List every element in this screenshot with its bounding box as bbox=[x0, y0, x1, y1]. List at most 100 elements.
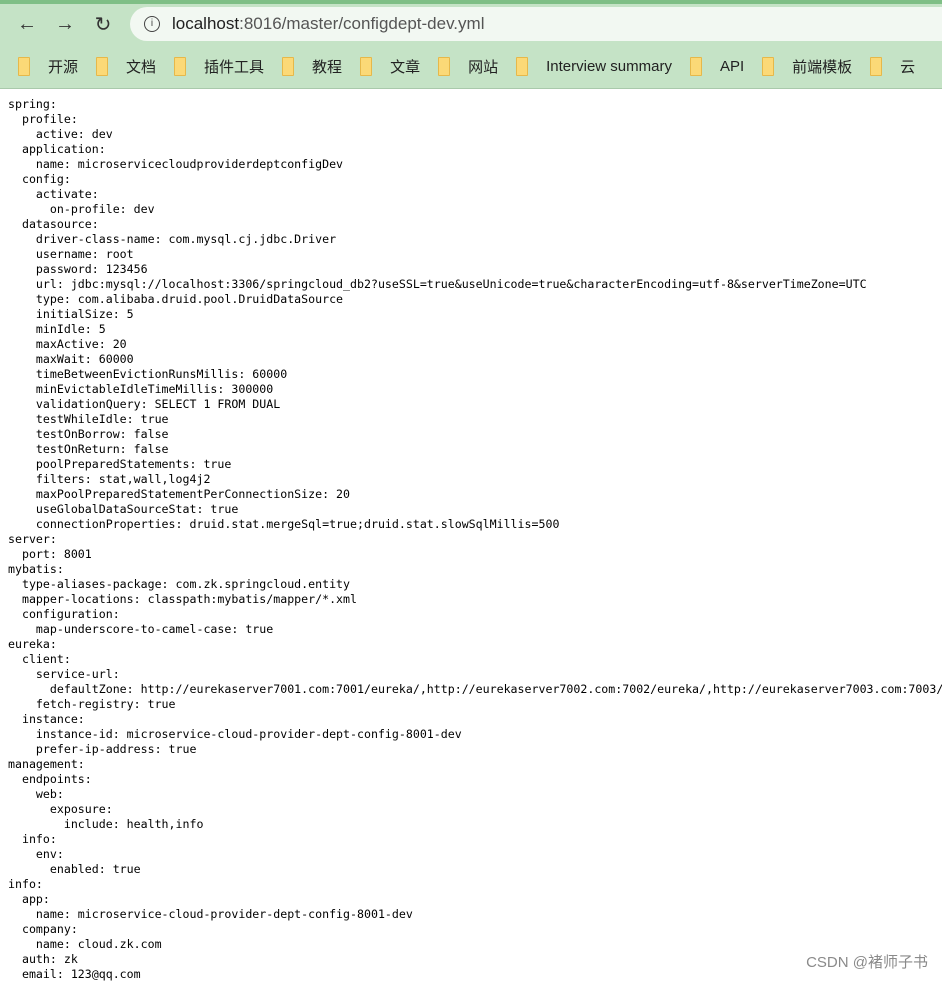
yaml-line: on-profile: dev bbox=[8, 202, 155, 216]
yaml-line: datasource: bbox=[8, 217, 99, 231]
bookmark-label: Interview summary bbox=[546, 57, 672, 75]
yaml-line: testOnBorrow: false bbox=[8, 427, 169, 441]
watermark: CSDN @褚师子书 bbox=[806, 954, 928, 971]
folder-icon bbox=[438, 56, 451, 76]
yaml-line: eureka: bbox=[8, 637, 57, 651]
yaml-line: map-underscore-to-camel-case: true bbox=[8, 622, 274, 636]
folder-icon bbox=[96, 56, 109, 76]
yaml-line: company: bbox=[8, 922, 78, 936]
yaml-line: name: microservicecloudproviderdeptconfi… bbox=[8, 157, 344, 171]
yaml-line: enabled: true bbox=[8, 862, 141, 876]
bookmark-label: 前端模板 bbox=[792, 58, 853, 76]
yaml-line: mybatis: bbox=[8, 562, 64, 576]
folder-icon bbox=[689, 56, 702, 76]
yaml-line: fetch-registry: true bbox=[8, 697, 176, 711]
yaml-line: email: 123@qq.com bbox=[8, 967, 141, 981]
yaml-line: info: bbox=[8, 832, 57, 846]
yaml-line: active: dev bbox=[8, 127, 113, 141]
yaml-line: configuration: bbox=[8, 607, 120, 621]
yaml-line: maxActive: 20 bbox=[8, 337, 127, 351]
yaml-line: testWhileIdle: true bbox=[8, 412, 169, 426]
yaml-line: profile: bbox=[8, 112, 78, 126]
yaml-line: minIdle: 5 bbox=[8, 322, 106, 336]
bookmark-label: 网站 bbox=[468, 58, 499, 76]
yaml-line: spring: bbox=[8, 97, 57, 111]
url-text[interactable]: localhost:8016/master/configdept-dev.yml bbox=[172, 14, 484, 34]
address-bar[interactable]: i localhost:8016/master/configdept-dev.y… bbox=[130, 7, 942, 41]
yaml-line: prefer-ip-address: true bbox=[8, 742, 197, 756]
yaml-line: maxPoolPreparedStatementPerConnectionSiz… bbox=[8, 487, 351, 501]
bookmark-label: API bbox=[719, 57, 745, 75]
folder-icon bbox=[516, 56, 529, 76]
yaml-line: instance-id: microservice-cloud-provider… bbox=[8, 727, 462, 741]
yaml-line: app: bbox=[8, 892, 50, 906]
folder-icon bbox=[762, 56, 775, 76]
yaml-line: client: bbox=[8, 652, 71, 666]
yaml-line: filters: stat,wall,log4j2 bbox=[8, 472, 211, 486]
bookmark-label: 插件工具 bbox=[204, 58, 265, 76]
bookmark-item[interactable]: 网站 bbox=[438, 56, 498, 77]
yaml-line: application: bbox=[8, 142, 106, 156]
folder-icon bbox=[18, 56, 30, 76]
yaml-line: maxWait: 60000 bbox=[8, 352, 134, 366]
yaml-line: connectionProperties: druid.stat.mergeSq… bbox=[8, 517, 560, 531]
folder-icon bbox=[174, 56, 187, 76]
yaml-line: web: bbox=[8, 787, 64, 801]
yaml-line: type-aliases-package: com.zk.springcloud… bbox=[8, 577, 351, 591]
bookmark-label: 文章 bbox=[390, 58, 421, 76]
bookmark-item[interactable]: 文档 bbox=[96, 56, 156, 77]
yaml-line: initialSize: 5 bbox=[8, 307, 134, 321]
yaml-line: info: bbox=[8, 877, 43, 891]
bookmark-item[interactable]: 前端模板 bbox=[762, 56, 852, 77]
yaml-line: endpoints: bbox=[8, 772, 92, 786]
bookmark-item[interactable]: 云 bbox=[870, 56, 915, 77]
yaml-line: activate: bbox=[8, 187, 99, 201]
yaml-line: auth: zk bbox=[8, 952, 78, 966]
yaml-line: defaultZone: http://eurekaserver7001.com… bbox=[8, 682, 942, 696]
bookmark-label: 教程 bbox=[312, 58, 343, 76]
yaml-line: service-url: bbox=[8, 667, 120, 681]
yaml-line: validationQuery: SELECT 1 FROM DUAL bbox=[8, 397, 281, 411]
yaml-line: env: bbox=[8, 847, 64, 861]
yaml-line: minEvictableIdleTimeMillis: 300000 bbox=[8, 382, 274, 396]
yaml-line: management: bbox=[8, 757, 85, 771]
url-host: localhost bbox=[172, 14, 240, 33]
bookmark-item[interactable]: 文章 bbox=[360, 56, 420, 77]
url-path: :8016/master/configdept-dev.yml bbox=[239, 14, 485, 33]
forward-arrow-icon[interactable]: → bbox=[46, 13, 84, 36]
reload-icon[interactable]: ↻ bbox=[84, 12, 122, 37]
bookmark-label: 文档 bbox=[126, 58, 157, 76]
bookmark-item[interactable]: 开源 bbox=[18, 56, 78, 77]
yaml-line: instance: bbox=[8, 712, 85, 726]
bookmark-item[interactable]: 教程 bbox=[282, 56, 342, 77]
site-info-icon[interactable]: i bbox=[144, 16, 160, 32]
yaml-line: exposure: bbox=[8, 802, 113, 816]
folder-icon bbox=[282, 56, 295, 76]
yaml-line: username: root bbox=[8, 247, 134, 261]
yaml-line: port: 8001 bbox=[8, 547, 92, 561]
folder-icon bbox=[870, 56, 883, 76]
yaml-line: url: jdbc:mysql://localhost:3306/springc… bbox=[8, 277, 867, 291]
yaml-line: useGlobalDataSourceStat: true bbox=[8, 502, 239, 516]
bookmark-item[interactable]: 插件工具 bbox=[174, 56, 264, 77]
yaml-content: spring: profile: active: dev application… bbox=[0, 89, 942, 982]
back-arrow-icon[interactable]: ← bbox=[8, 13, 46, 36]
bookmark-item[interactable]: API bbox=[689, 56, 745, 76]
browser-toolbar: ← → ↻ i localhost:8016/master/configdept… bbox=[0, 4, 942, 44]
folder-icon bbox=[360, 56, 373, 76]
yaml-line: testOnReturn: false bbox=[8, 442, 169, 456]
bookmark-label: 云 bbox=[900, 58, 916, 76]
bookmark-label: 开源 bbox=[48, 58, 79, 76]
yaml-line: type: com.alibaba.druid.pool.DruidDataSo… bbox=[8, 292, 344, 306]
yaml-line: name: cloud.zk.com bbox=[8, 937, 162, 951]
bookmark-item[interactable]: Interview summary bbox=[516, 56, 672, 76]
bookmarks-bar: 开源 文档 插件工具 教程 文章 网站 Interview summary API 前端模板 云 bbox=[0, 44, 942, 89]
yaml-line: mapper-locations: classpath:mybatis/mapp… bbox=[8, 592, 358, 606]
yaml-line: password: 123456 bbox=[8, 262, 148, 276]
yaml-line: driver-class-name: com.mysql.cj.jdbc.Dri… bbox=[8, 232, 337, 246]
yaml-line: server: bbox=[8, 532, 57, 546]
yaml-line: name: microservice-cloud-provider-dept-c… bbox=[8, 907, 413, 921]
yaml-line: config: bbox=[8, 172, 71, 186]
yaml-line: timeBetweenEvictionRunsMillis: 60000 bbox=[8, 367, 288, 381]
yaml-line: include: health,info bbox=[8, 817, 204, 831]
